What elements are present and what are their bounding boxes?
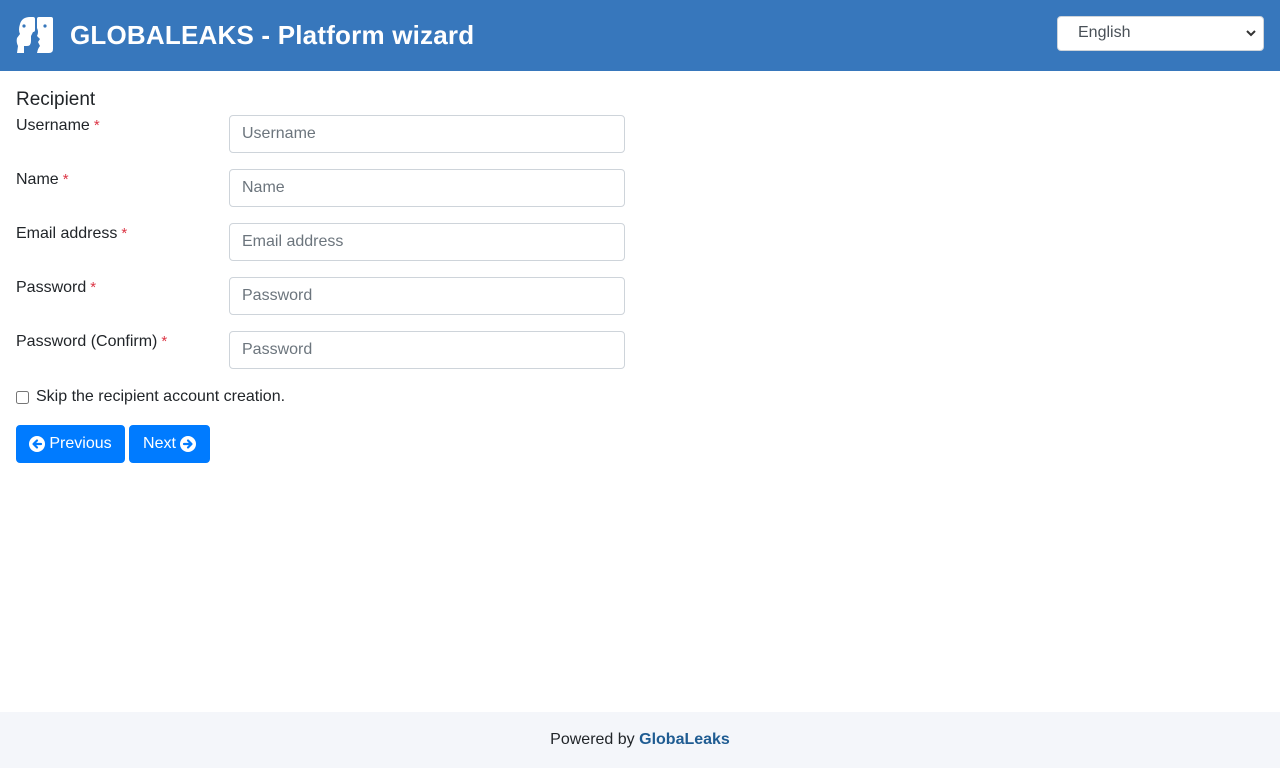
username-input[interactable]	[229, 115, 625, 153]
previous-button-label: Previous	[49, 435, 112, 452]
arrow-circle-left-icon	[29, 436, 46, 452]
arrow-circle-right-icon	[179, 436, 196, 452]
globaleaks-link[interactable]: GlobaLeaks	[639, 731, 730, 748]
language-select-value: English	[1078, 24, 1131, 41]
section-title: Recipient	[16, 89, 96, 110]
required-marker: *	[90, 279, 97, 296]
globaleaks-logo-icon	[16, 17, 53, 53]
name-label: Name *	[16, 171, 69, 188]
password-label: Password *	[16, 279, 97, 296]
email-row: Email address *	[16, 223, 626, 261]
chevron-down-icon	[1246, 30, 1256, 37]
password-confirm-row: Password (Confirm) *	[16, 331, 626, 369]
footer: Powered by GlobaLeaks	[0, 712, 1280, 768]
language-select[interactable]: English	[1057, 16, 1264, 51]
page-title: GLOBALEAKS - Platform wizard	[70, 20, 475, 50]
username-row: Username *	[16, 115, 626, 153]
password-input[interactable]	[229, 277, 625, 315]
required-marker: *	[62, 171, 69, 188]
skip-recipient-label[interactable]: Skip the recipient account creation.	[36, 386, 285, 408]
email-label: Email address *	[16, 225, 128, 242]
username-label: Username *	[16, 117, 100, 134]
skip-recipient-checkbox[interactable]	[16, 391, 29, 404]
required-marker: *	[161, 333, 168, 350]
name-row: Name *	[16, 169, 626, 207]
name-input[interactable]	[229, 169, 625, 207]
next-button[interactable]: Next	[129, 425, 210, 463]
footer-text: Powered by GlobaLeaks	[0, 730, 1280, 750]
email-input[interactable]	[229, 223, 625, 261]
password-confirm-label: Password (Confirm) *	[16, 333, 168, 350]
required-marker: *	[93, 117, 100, 134]
next-button-label: Next	[143, 435, 176, 452]
password-row: Password *	[16, 277, 626, 315]
password-confirm-input[interactable]	[229, 331, 625, 369]
footer-prefix: Powered by	[550, 731, 635, 748]
header-bar: GLOBALEAKS - Platform wizard English	[0, 0, 1280, 71]
required-marker: *	[121, 225, 128, 242]
previous-button[interactable]: Previous	[16, 425, 125, 463]
